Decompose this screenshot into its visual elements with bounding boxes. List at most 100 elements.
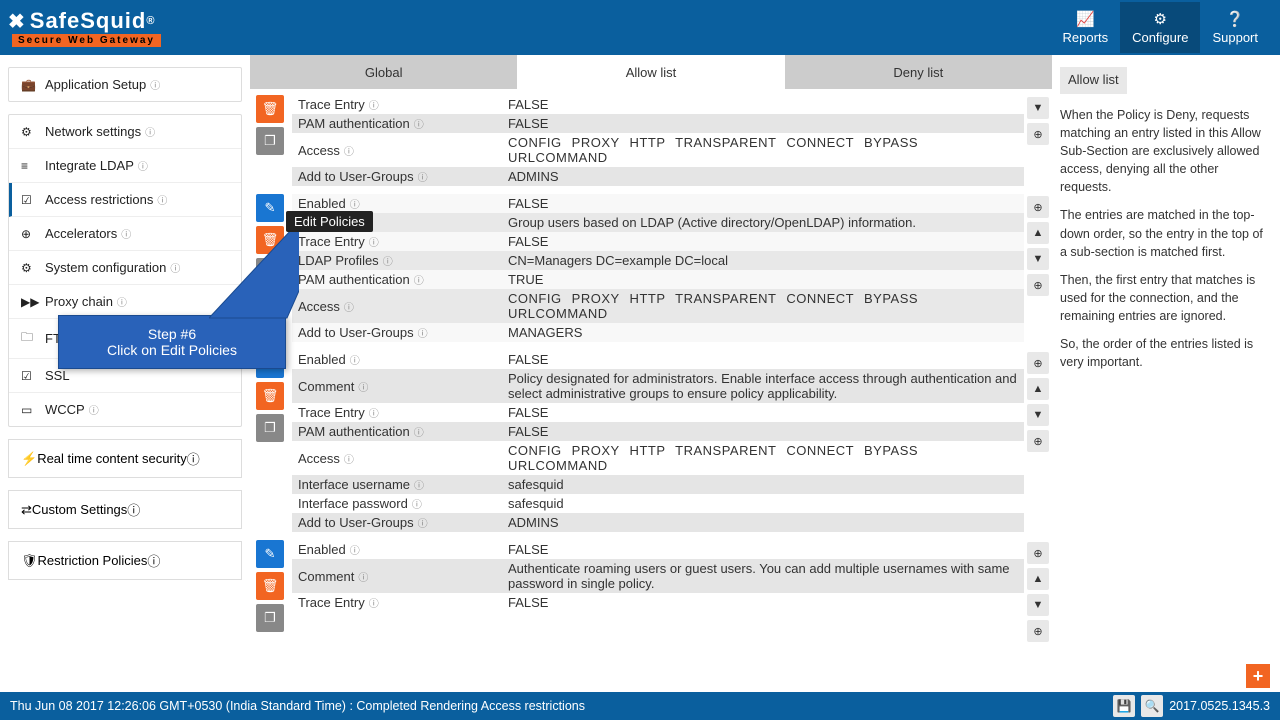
search-button[interactable]: 🔍	[1141, 695, 1163, 717]
policy-block: 🗑❐Trace EntryⓘFALSEPAM authenticationⓘFA…	[256, 95, 1052, 186]
sidebar-item-custom[interactable]: ⇄Custom Settingsⓘ	[8, 490, 242, 529]
help-text: So, the order of the entries listed is v…	[1060, 335, 1272, 371]
move-boundary-button[interactable]: ⊕	[1027, 123, 1049, 145]
policy-field-label: Trace Entryⓘ	[292, 403, 502, 422]
sidebar-item-ldap[interactable]: ≡Integrate LDAPⓘ	[9, 149, 241, 183]
policy-block: ✎🗑❐EnabledⓘFALSECommentⓘPolicy designate…	[256, 350, 1052, 532]
sidebar-item-app-setup[interactable]: 💼Application Setupⓘ	[9, 68, 241, 101]
policy-field-value: CONFIG PROXY HTTP TRANSPARENT CONNECT BY…	[502, 289, 1024, 323]
policy-row: CommentⓘPolicy designated for administra…	[292, 369, 1024, 403]
info-icon: ⓘ	[170, 260, 180, 275]
delete-policy-button[interactable]: 🗑	[256, 95, 284, 123]
add-policy-button[interactable]: +	[1246, 664, 1270, 688]
policy-row: Trace EntryⓘFALSE	[292, 593, 1024, 612]
move-up-button[interactable]: ▲	[1027, 378, 1049, 400]
move-boundary-button[interactable]: ⊕	[1027, 542, 1049, 564]
info-icon: ⓘ	[127, 500, 140, 519]
policy-row: Trace EntryⓘFALSE	[292, 403, 1024, 422]
info-icon: ⓘ	[138, 158, 148, 173]
gears-icon: ⚙	[1154, 10, 1167, 28]
sidebar-item-restriction[interactable]: 🛡Restriction Policiesⓘ	[8, 541, 242, 580]
policy-row: Interface passwordⓘsafesquid	[292, 494, 1024, 513]
policy-field-label: LDAP Profilesⓘ	[292, 251, 502, 270]
move-down-button[interactable]: ▼	[1027, 248, 1049, 270]
sidebar-item-access[interactable]: ☑Access restrictionsⓘ	[9, 183, 241, 217]
policy-field-value: FALSE	[502, 403, 1024, 422]
move-down-button[interactable]: ▼	[1027, 594, 1049, 616]
policy-row: PAM authenticationⓘTRUE	[292, 270, 1024, 289]
tab-global[interactable]: Global	[250, 55, 517, 89]
policy-field-label: Accessⓘ	[292, 133, 502, 167]
clone-policy-button[interactable]: ❐	[256, 604, 284, 632]
policy-field-label: Enabledⓘ	[292, 540, 502, 559]
brand-tagline: Secure Web Gateway	[12, 34, 161, 47]
nav-support[interactable]: ❔ Support	[1200, 2, 1270, 53]
move-up-button[interactable]: ▲	[1027, 222, 1049, 244]
policy-field-label: Commentⓘ	[292, 369, 502, 403]
help-text: Then, the first entry that matches is us…	[1060, 271, 1272, 325]
policy-field-value: Group users based on LDAP (Active direct…	[502, 213, 1024, 232]
policy-field-label: Add to User-Groupsⓘ	[292, 167, 502, 186]
policy-row: Add to User-GroupsⓘADMINS	[292, 167, 1024, 186]
delete-policy-button[interactable]: 🗑	[256, 572, 284, 600]
edit-policy-button[interactable]: ✎	[256, 540, 284, 568]
info-icon: ⓘ	[89, 402, 99, 417]
policy-field-label: Interface usernameⓘ	[292, 475, 502, 494]
move-boundary-button[interactable]: ⊕	[1027, 620, 1049, 642]
speed-icon: ⊕	[21, 227, 37, 241]
briefcase-icon: 💼	[21, 78, 37, 92]
callout-title: Step #6	[73, 326, 271, 342]
info-icon: ⓘ	[145, 124, 155, 139]
nav-configure[interactable]: ⚙ Configure	[1120, 2, 1200, 53]
policy-field-label: PAM authenticationⓘ	[292, 422, 502, 441]
save-button[interactable]: 💾	[1113, 695, 1135, 717]
policy-row: CommentⓘAuthenticate roaming users or gu…	[292, 559, 1024, 593]
tab-deny[interactable]: Deny list	[785, 55, 1052, 89]
chart-icon: 📈	[1076, 10, 1095, 28]
info-icon: ⓘ	[150, 77, 160, 92]
policy-field-value: Policy designated for administrators. En…	[502, 369, 1024, 403]
policy-field-value: ADMINS	[502, 167, 1024, 186]
policy-field-value: CONFIG PROXY HTTP TRANSPARENT CONNECT BY…	[502, 133, 1024, 167]
delete-policy-button[interactable]: 🗑	[256, 382, 284, 410]
sidebar-item-wccp[interactable]: ▭WCCPⓘ	[9, 393, 241, 426]
sliders-icon: ⇄	[21, 502, 32, 518]
card-icon: ▭	[21, 403, 37, 417]
clone-policy-button[interactable]: ❐	[256, 127, 284, 155]
status-text: Thu Jun 08 2017 12:26:06 GMT+0530 (India…	[10, 699, 585, 713]
policy-row: EnabledⓘFALSE	[292, 194, 1024, 213]
move-down-button[interactable]: ▼	[1027, 404, 1049, 426]
sidebar-item-rtcs[interactable]: ⚡Real time content securityⓘ	[8, 439, 242, 478]
sidebar-item-system[interactable]: ⚙System configurationⓘ	[9, 251, 241, 285]
policy-field-label: Accessⓘ	[292, 441, 502, 475]
policy-row: LDAP ProfilesⓘCN=Managers DC=example DC=…	[292, 251, 1024, 270]
policy-field-label: PAM authenticationⓘ	[292, 114, 502, 133]
policy-block: ✎🗑❐EnabledⓘFALSECommentⓘGroup users base…	[256, 194, 1052, 342]
policy-row: Add to User-GroupsⓘMANAGERS	[292, 323, 1024, 342]
policy-row: Add to User-GroupsⓘADMINS	[292, 513, 1024, 532]
policy-field-value: FALSE	[502, 95, 1024, 114]
move-boundary-button[interactable]: ⊕	[1027, 352, 1049, 374]
move-down-button[interactable]: ▼	[1027, 97, 1049, 119]
policy-field-label: Trace Entryⓘ	[292, 95, 502, 114]
clone-policy-button[interactable]: ❐	[256, 414, 284, 442]
move-boundary-button[interactable]: ⊕	[1027, 274, 1049, 296]
bolt-icon: ⚡	[21, 451, 37, 467]
policy-field-label: Add to User-Groupsⓘ	[292, 513, 502, 532]
nav-reports[interactable]: 📈 Reports	[1051, 2, 1121, 53]
policy-field-value: safesquid	[502, 494, 1024, 513]
move-up-button[interactable]: ▲	[1027, 568, 1049, 590]
sidebar-item-accelerators[interactable]: ⊕Acceleratorsⓘ	[9, 217, 241, 251]
policy-field-value: FALSE	[502, 350, 1024, 369]
policy-field-value: MANAGERS	[502, 323, 1024, 342]
policy-row: CommentⓘGroup users based on LDAP (Activ…	[292, 213, 1024, 232]
sidebar: 💼Application Setupⓘ ⚙Network settingsⓘ ≡…	[0, 55, 250, 692]
move-boundary-button[interactable]: ⊕	[1027, 196, 1049, 218]
move-boundary-button[interactable]: ⊕	[1027, 430, 1049, 452]
sidebar-item-proxy-chain[interactable]: ▶▶Proxy chainⓘ	[9, 285, 241, 319]
sidebar-item-network[interactable]: ⚙Network settingsⓘ	[9, 115, 241, 149]
policy-field-value: TRUE	[502, 270, 1024, 289]
info-icon: ⓘ	[187, 449, 200, 468]
tab-allow[interactable]: Allow list	[517, 55, 784, 89]
policy-row: AccessⓘCONFIG PROXY HTTP TRANSPARENT CON…	[292, 289, 1024, 323]
